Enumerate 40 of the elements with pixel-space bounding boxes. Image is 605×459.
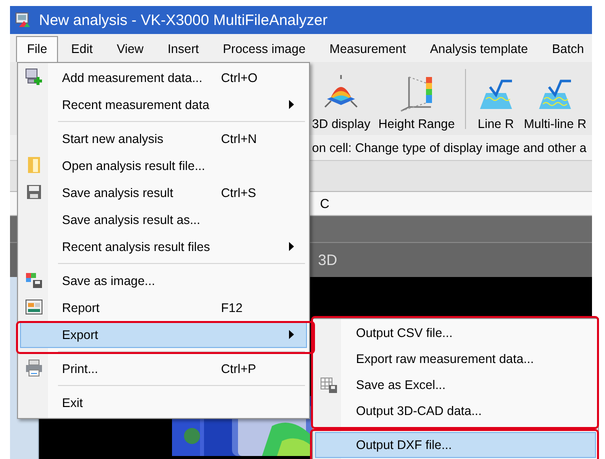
window-title: New analysis - VK-X3000 MultiFileAnalyzer — [39, 12, 328, 28]
menu-item[interactable]: Print... Ctrl+P — [20, 355, 307, 382]
menu-bar-item[interactable]: Measurement — [318, 36, 417, 62]
printer-icon — [25, 359, 43, 377]
menu-bar-item[interactable]: Insert — [156, 36, 210, 62]
menu-item[interactable]: Open analysis result file... — [20, 152, 307, 179]
menu-item[interactable]: Recent measurement data — [20, 91, 307, 118]
menu-item[interactable]: Export raw measurement data... — [315, 346, 596, 372]
menu-bar-item[interactable]: View — [106, 36, 155, 62]
menu-item[interactable]: Add measurement data... Ctrl+O — [20, 64, 307, 91]
menu-item[interactable]: Save analysis result Ctrl+S — [20, 179, 307, 206]
toolbar-button-label[interactable]: Line R — [478, 117, 514, 131]
menu-bar-item[interactable]: Edit — [60, 36, 104, 62]
toolbar-button-label[interactable]: Height Range — [378, 117, 455, 131]
save-image-icon — [25, 271, 43, 289]
menu-item[interactable]: Output CSV file... — [315, 320, 596, 346]
menu-item[interactable]: Output 3D-CAD data... — [315, 398, 596, 424]
info-text: on cell: Change type of display image and other a — [312, 140, 586, 154]
menu-item[interactable]: Output DXF file... — [315, 432, 596, 458]
menu-item[interactable]: Save as image... — [20, 267, 307, 294]
toolbar-button-label[interactable]: 3D display — [312, 117, 370, 131]
menu-item[interactable]: Exit — [20, 389, 307, 416]
menu-item[interactable]: Start new analysis Ctrl+N — [20, 125, 307, 152]
add-data-icon — [25, 68, 43, 86]
menu-item[interactable]: Save analysis result as... — [20, 206, 307, 233]
report-icon — [25, 298, 43, 316]
menu-item[interactable]: Recent analysis result files — [20, 233, 307, 260]
menu-bar-item[interactable]: Process image — [212, 36, 317, 62]
menu-item[interactable]: Export — [20, 321, 307, 348]
folder-icon — [25, 156, 43, 174]
menu-item[interactable]: Report F12 — [20, 294, 307, 321]
spreadsheet-save-icon — [320, 376, 338, 394]
app-icon — [15, 12, 31, 28]
column-header: C — [320, 196, 330, 211]
menu-bar-item[interactable]: File — [16, 36, 58, 62]
menu-item[interactable]: Save as Excel... — [315, 372, 596, 398]
menu-bar-item[interactable]: Batch — [540, 36, 595, 62]
toolbar-button-label[interactable]: Multi-line R — [524, 117, 586, 131]
view-label: 3D — [318, 252, 338, 268]
menu-bar-item[interactable]: Analysis template — [418, 36, 539, 62]
